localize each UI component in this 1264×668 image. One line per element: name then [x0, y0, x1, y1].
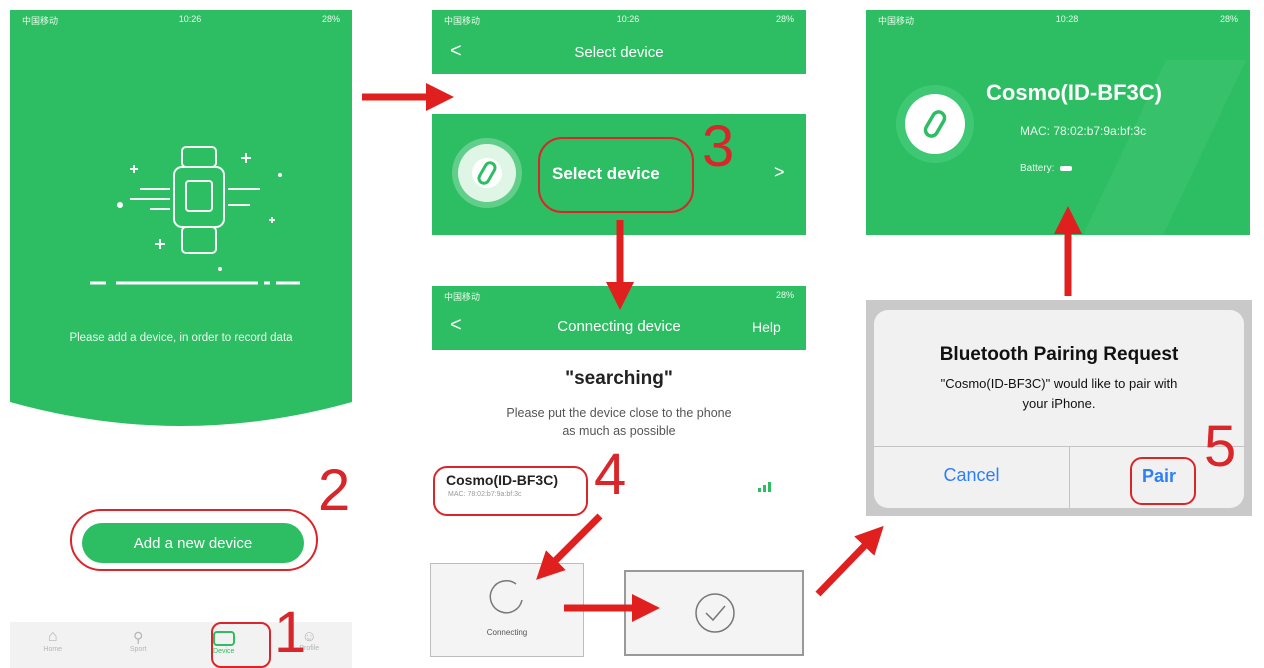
background-band-shape — [1083, 60, 1246, 235]
arrow-up-right — [815, 525, 884, 597]
highlight-device-item — [433, 466, 588, 516]
status-bar: 中国移动 10:26 28% — [10, 14, 352, 28]
battery-label: 28% — [775, 14, 794, 24]
tab-sport[interactable]: ⚲ Sport — [96, 622, 182, 668]
connecting-popup: Connecting — [430, 563, 584, 657]
divider-lines — [90, 281, 300, 285]
highlight-select-device — [538, 137, 694, 213]
step-number-1: 1 — [274, 600, 307, 665]
checkmark-circle-icon — [695, 593, 735, 633]
run-icon: ⚲ — [133, 629, 144, 645]
alert-title: Bluetooth Pairing Request — [939, 344, 1179, 365]
clock-label: 10:26 — [178, 14, 202, 24]
empty-state-message: Please add a device, in order to record … — [69, 332, 293, 344]
arrow-down-left — [536, 513, 603, 580]
alert-button-divider — [1069, 446, 1070, 508]
device-avatar — [458, 144, 516, 202]
step-number-4: 4 — [594, 442, 627, 507]
clock-label: 10:26 — [616, 14, 640, 24]
nav-bar: 中国移动 10:26 28% < Select device — [432, 10, 806, 74]
instruction-line-1: Please put the device close to the phone — [506, 406, 732, 420]
band-icon — [472, 158, 502, 188]
battery-label: 28% — [775, 290, 794, 300]
status-bar: 中国移动 28% — [432, 290, 806, 304]
device-mac: MAC: 78:02:b7:9a:bf:3c — [1020, 124, 1147, 138]
band-icon — [923, 110, 947, 138]
home-icon: ⌂ — [47, 628, 58, 645]
carrier-label: 中国移动 — [444, 16, 481, 26]
battery-icon — [1060, 166, 1073, 171]
loading-spinner-icon — [489, 580, 523, 614]
alert-message-line-1: "Cosmo(ID-BF3C)" would like to pair with — [940, 376, 1178, 391]
alert-divider — [874, 446, 1244, 447]
instruction-line-2: as much as possible — [562, 424, 676, 438]
cancel-button[interactable]: Cancel — [874, 465, 1069, 486]
chevron-right-icon: > — [774, 162, 785, 182]
page-title: Connecting device — [557, 318, 681, 335]
carrier-label: 中国移动 — [444, 292, 481, 302]
tab-label: Sport — [129, 646, 147, 653]
page-title: Select device — [574, 44, 664, 61]
tab-home[interactable]: ⌂ Home — [10, 622, 96, 668]
highlight-add-device-button — [70, 509, 318, 571]
battery-label: Battery: — [1020, 163, 1055, 174]
connected-popup — [624, 570, 804, 656]
connecting-label: Connecting — [486, 628, 528, 637]
device-detail-screen: 中国移动 10:28 28% Cosmo(ID-BF3C) MAC: 78:02… — [866, 10, 1250, 235]
tab-label: Home — [43, 646, 63, 653]
battery-row: Battery: — [1020, 163, 1073, 174]
device-name: Cosmo(ID-BF3C) — [986, 80, 1162, 105]
battery-label: 28% — [321, 14, 340, 24]
step-number-5: 5 — [1204, 414, 1237, 479]
help-link[interactable]: Help — [752, 319, 781, 335]
step-number-2: 2 — [318, 458, 351, 523]
clock-label: 10:28 — [1055, 14, 1079, 24]
carrier-label: 中国移动 — [22, 16, 59, 26]
device-avatar — [896, 85, 974, 163]
searching-heading: "searching" — [565, 368, 673, 389]
highlight-tab-device — [211, 622, 271, 668]
step-number-3: 3 — [702, 114, 735, 179]
nav-bar: 中国移动 28% < Connecting device Help — [432, 286, 806, 350]
status-bar: 中国移动 10:26 28% — [432, 14, 806, 28]
battery-label: 28% — [1219, 14, 1238, 24]
status-bar: 中国移动 10:28 28% — [866, 14, 1250, 28]
highlight-pair-button — [1130, 457, 1196, 505]
signal-strength-icon — [758, 482, 771, 492]
alert-message-line-2: your iPhone. — [1022, 396, 1096, 411]
carrier-label: 中国移动 — [878, 16, 915, 26]
